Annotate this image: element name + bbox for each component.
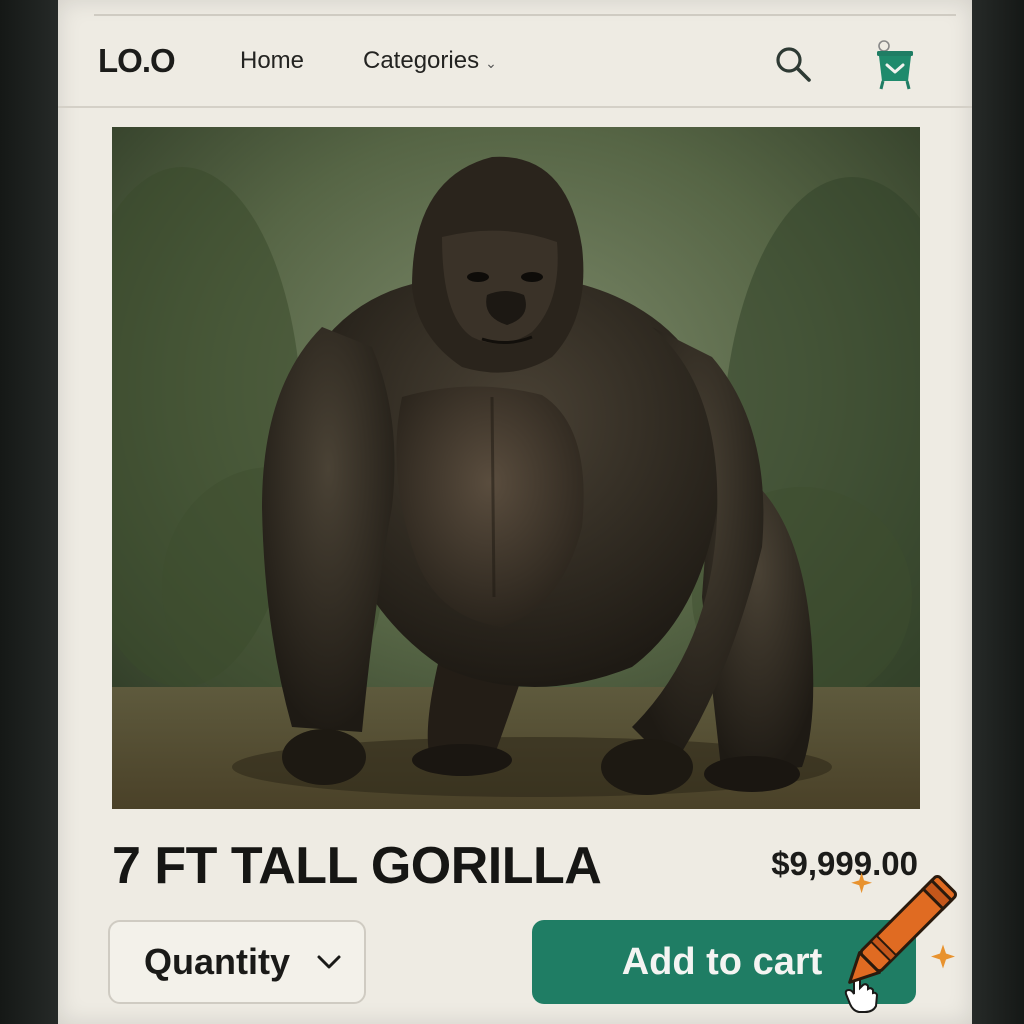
store-logo[interactable]: LO.O bbox=[98, 42, 176, 80]
shopping-cart-icon[interactable] bbox=[870, 37, 920, 91]
nav-home-link[interactable]: Home bbox=[240, 47, 304, 75]
product-title: 7 FT TALL GORILLA bbox=[112, 837, 602, 895]
crayon-icon bbox=[848, 872, 957, 984]
product-image[interactable] bbox=[112, 127, 920, 809]
navbar: LO.O Home Categories ⌄ bbox=[58, 20, 972, 108]
top-divider bbox=[94, 14, 956, 16]
search-icon[interactable] bbox=[772, 43, 814, 85]
screen-bezel-left bbox=[0, 0, 60, 1024]
gorilla-illustration bbox=[112, 127, 920, 809]
chevron-down-icon: ⌄ bbox=[485, 54, 497, 71]
chevron-down-icon bbox=[317, 955, 341, 969]
quantity-label: Quantity bbox=[144, 941, 291, 982]
quantity-dropdown[interactable]: Quantity bbox=[108, 920, 366, 1004]
nav-categories-dropdown[interactable]: Categories ⌄ bbox=[363, 47, 497, 75]
nav-categories-label: Categories bbox=[363, 47, 480, 74]
